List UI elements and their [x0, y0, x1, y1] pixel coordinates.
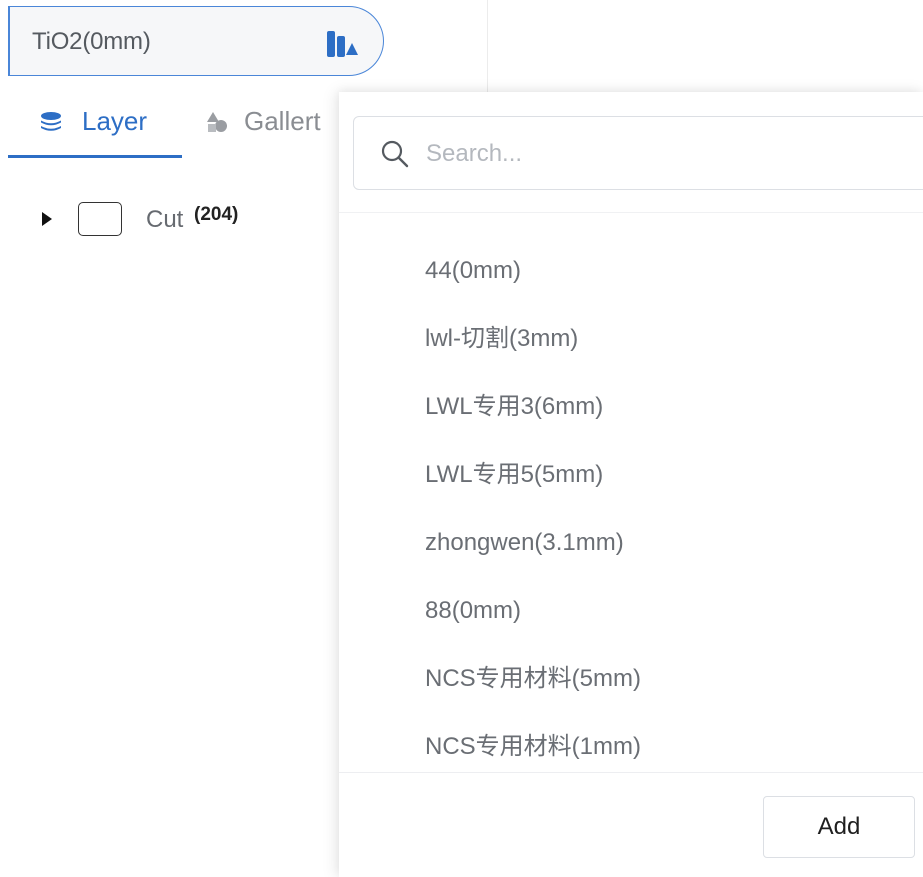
- tab-layer-label: Layer: [82, 106, 148, 136]
- layer-name: Cut: [146, 206, 184, 233]
- layers-icon: [41, 112, 61, 131]
- material-dropdown: 44(0mm) lwl-切割(3mm) LWL专用3(6mm) LWL专用5(5…: [339, 92, 923, 877]
- shapes-icon: [207, 112, 227, 132]
- tab-gallery-label: Gallert: [244, 106, 321, 136]
- search-input[interactable]: [424, 131, 908, 177]
- search-icon: [381, 140, 409, 168]
- material-item[interactable]: 44(0mm): [425, 246, 895, 296]
- material-item[interactable]: NCS专用材料(1mm): [425, 722, 895, 772]
- material-layer-panel: TiO2(0mm) Layer Gallert Cut (204) Search…: [0, 0, 923, 877]
- material-select-value: TiO2(0mm): [32, 28, 151, 55]
- footer-divider: [339, 772, 923, 773]
- header-divider: [487, 0, 488, 92]
- material-item[interactable]: LWL专用5(5mm): [425, 450, 895, 500]
- layer-object-count: (204): [194, 204, 239, 225]
- caret-right-icon[interactable]: [42, 212, 52, 226]
- tab-layer[interactable]: Layer: [8, 94, 182, 158]
- active-tab-indicator: [8, 155, 182, 158]
- material-item[interactable]: lwl-切割(3mm): [425, 314, 895, 364]
- layer-color-swatch[interactable]: [78, 202, 122, 236]
- add-button[interactable]: Add: [763, 796, 915, 858]
- material-list[interactable]: 44(0mm) lwl-切割(3mm) LWL专用3(6mm) LWL专用5(5…: [339, 214, 923, 772]
- material-item[interactable]: NCS专用材料(5mm): [425, 654, 895, 704]
- material-item[interactable]: 88(0mm): [425, 586, 895, 636]
- material-item[interactable]: LWL专用3(6mm): [425, 382, 895, 432]
- panel-tabs: Layer Gallert: [8, 94, 348, 158]
- tab-gallery[interactable]: Gallert: [198, 94, 348, 156]
- layer-row-cut[interactable]: Cut (204): [36, 200, 326, 244]
- material-item[interactable]: zhongwen(3.1mm): [425, 518, 895, 568]
- material-select[interactable]: TiO2(0mm): [8, 6, 384, 76]
- material-library-icon[interactable]: [324, 29, 360, 61]
- search-box: [353, 116, 923, 190]
- list-divider: [339, 212, 923, 213]
